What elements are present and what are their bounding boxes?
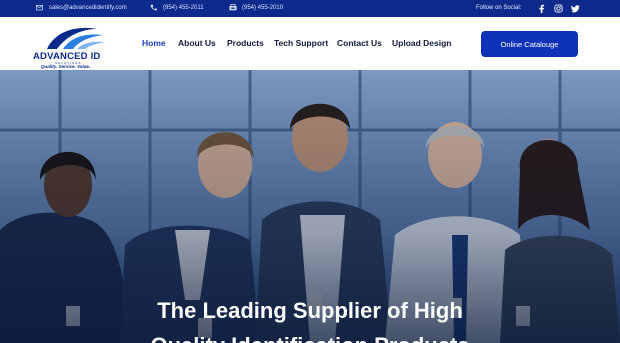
logo-tagline: Quality. Service. Value. — [41, 64, 91, 69]
logo-swoosh-graphic — [47, 27, 105, 49]
hero-title: The Leading Supplier of High — [157, 298, 463, 323]
site-logo[interactable]: ADVANCED ID SOLUTIONS Quality. Service. … — [33, 23, 113, 69]
nav-about-us[interactable]: About Us — [178, 38, 216, 48]
nav-home[interactable]: Home — [142, 38, 166, 48]
nav-tech-support[interactable]: Tech Support — [274, 38, 328, 48]
top-contact-bar: sales@advancedidentify.com (954) 455-201… — [0, 0, 620, 17]
hero-banner: The Leading Supplier of High Quality Ide… — [0, 70, 620, 343]
online-catalogue-button[interactable]: Online Catalouge — [481, 31, 578, 57]
nav-upload-design[interactable]: Upload Design — [392, 38, 452, 48]
phone-icon — [150, 4, 157, 11]
instagram-icon[interactable] — [553, 3, 563, 13]
social-label: Follow on Social: — [476, 5, 522, 11]
nav-contact-us[interactable]: Contact Us — [337, 38, 382, 48]
fax-text: (954) 455-2010 — [242, 4, 284, 11]
fax-icon — [229, 4, 237, 11]
hero-title-line2: Quality Identification Products — [0, 333, 620, 343]
email-contact[interactable]: sales@advancedidentify.com — [36, 4, 127, 11]
facebook-icon[interactable] — [536, 3, 546, 13]
social-links: Follow on Social: — [476, 3, 580, 13]
phone-contact[interactable]: (954) 455-2011 — [150, 4, 204, 11]
phone-text[interactable]: (954) 455-2011 — [163, 5, 204, 11]
envelope-icon — [36, 4, 43, 11]
twitter-icon[interactable] — [570, 3, 580, 13]
fax-contact: (954) 455-2010 — [229, 4, 283, 11]
email-text[interactable]: sales@advancedidentify.com — [49, 5, 127, 11]
nav-products[interactable]: Products — [227, 38, 264, 48]
site-header: ADVANCED ID SOLUTIONS Quality. Service. … — [0, 17, 620, 70]
